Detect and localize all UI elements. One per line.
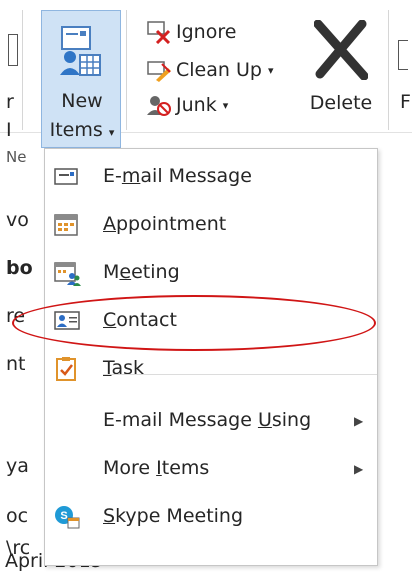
ribbon-divider	[126, 10, 127, 130]
new-items-button[interactable]: New Items ▾	[41, 10, 121, 148]
background-text: re	[6, 305, 26, 327]
ignore-icon	[146, 20, 172, 45]
delete-label: Delete	[309, 92, 373, 114]
menu-item-label: Task	[103, 357, 145, 379]
skype-icon: S	[55, 506, 80, 529]
email-icon	[54, 168, 78, 185]
menu-item-email-message-using[interactable]: E-mail Message Using ▶	[45, 397, 377, 445]
menu-item-contact[interactable]: Contact	[45, 297, 377, 345]
ribbon: r I Ne New Items ▾ Ignore Clean Up ▾ Jun…	[0, 0, 412, 166]
ignore-label: Ignore	[176, 21, 237, 43]
ribbon-divider	[388, 10, 389, 130]
new-items-menu: E-mail Message Appointment Meeting Conta…	[44, 148, 378, 566]
junk-icon	[146, 93, 172, 117]
menu-item-label: Contact	[103, 309, 177, 331]
menu-item-label: E-mail Message Using	[103, 409, 312, 431]
ribbon-fragment-r: r	[6, 91, 14, 113]
menu-item-label: Skype Meeting	[103, 505, 244, 527]
background-text: vo	[6, 209, 29, 231]
menu-item-label: More Items	[103, 457, 210, 479]
new-items-icon	[60, 26, 101, 76]
junk-label: Junk	[176, 94, 217, 116]
menu-item-appointment[interactable]: Appointment	[45, 201, 377, 249]
menu-item-more-items[interactable]: More Items ▶	[45, 445, 377, 493]
background-text: bo	[6, 257, 33, 279]
group-label-new-fragment: Ne	[6, 148, 27, 166]
junk-button[interactable]: Junk ▾	[146, 90, 228, 120]
menu-item-meeting[interactable]: Meeting	[45, 249, 377, 297]
background-text: ya	[6, 455, 29, 477]
delete-x-icon	[314, 20, 368, 80]
meeting-icon	[54, 262, 81, 286]
submenu-arrow-icon: ▶	[354, 462, 364, 476]
menu-item-skype-meeting[interactable]: S Skype Meeting	[45, 493, 377, 541]
menu-item-label: Meeting	[103, 261, 180, 283]
menu-item-task[interactable]: Task	[45, 345, 377, 393]
submenu-arrow-icon: ▶	[354, 414, 364, 428]
ribbon-fragment-f: F	[400, 91, 411, 113]
new-items-label-line1: New	[61, 90, 103, 112]
ignore-button[interactable]: Ignore	[146, 17, 236, 47]
dropdown-caret-icon: ▾	[267, 63, 274, 77]
ribbon-fragment-l: I	[6, 119, 12, 141]
dropdown-caret-icon: ▾	[222, 98, 229, 112]
contact-card-icon	[54, 311, 80, 330]
background-text: nt	[6, 353, 26, 375]
ribbon-divider	[22, 10, 23, 130]
clean-up-icon	[146, 58, 172, 82]
menu-item-label: E-mail Message	[103, 165, 252, 187]
partial-icon	[398, 40, 408, 70]
clean-up-label: Clean Up	[176, 59, 262, 81]
clean-up-button[interactable]: Clean Up ▾	[146, 55, 273, 85]
svg-text:S: S	[60, 510, 67, 522]
menu-item-email-message[interactable]: E-mail Message	[45, 153, 377, 201]
partial-icon	[8, 34, 18, 66]
menu-separator	[103, 374, 377, 375]
menu-item-label: Appointment	[103, 213, 227, 235]
dropdown-caret-icon: ▾	[108, 126, 115, 139]
delete-button[interactable]: Delete	[302, 12, 380, 117]
task-icon	[56, 357, 76, 381]
calendar-icon	[54, 214, 78, 236]
new-items-label-line2: Items ▾	[49, 119, 115, 141]
background-text: oc	[6, 505, 29, 527]
